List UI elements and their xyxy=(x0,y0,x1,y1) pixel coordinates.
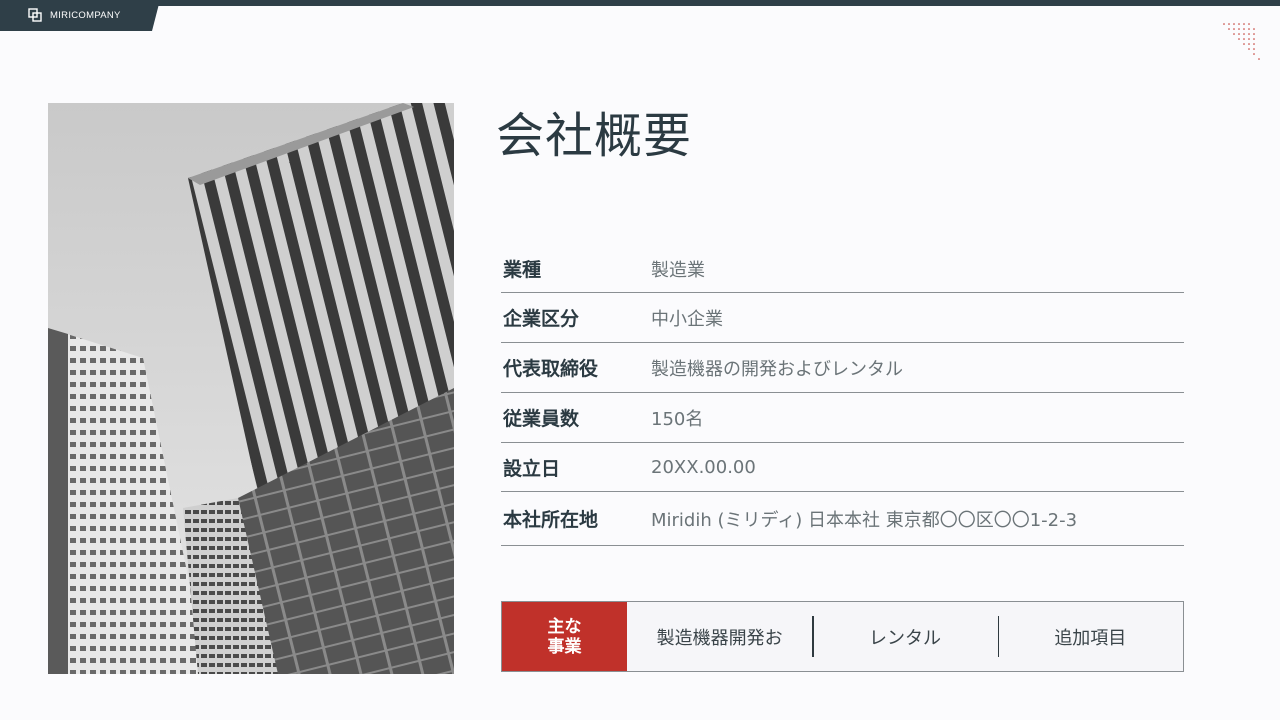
main-business-label-line1: 主な xyxy=(547,616,582,637)
overlapping-squares-logo-icon xyxy=(28,8,42,22)
info-key: 企業区分 xyxy=(503,308,580,330)
info-row-employees: 従業員数 150名 xyxy=(501,393,1184,443)
info-key: 本社所在地 xyxy=(503,509,599,531)
info-key: 業種 xyxy=(503,259,542,281)
info-value: 中小企業 xyxy=(651,308,723,330)
info-row-representative: 代表取締役 製造機器の開発およびレンタル xyxy=(501,343,1184,393)
skyscrapers-photo xyxy=(48,103,454,674)
business-item: 追加項目 xyxy=(997,602,1183,671)
dot-pattern-decoration xyxy=(1223,23,1260,60)
info-row-industry: 業種 製造業 xyxy=(501,245,1184,293)
brand-name: MIRICOMPANY xyxy=(50,9,121,21)
info-row-headquarters: 本社所在地 Miridih (ミリディ) 日本本社 東京都〇〇区〇〇1-2-3 xyxy=(501,492,1184,546)
info-value: 150名 xyxy=(651,408,704,430)
info-row-founded: 設立日 20XX.00.00 xyxy=(501,443,1184,492)
info-key: 設立日 xyxy=(503,457,561,480)
info-row-company-category: 企業区分 中小企業 xyxy=(501,293,1184,343)
main-business-row: 主な 事業 製造機器開発お レンタル 追加項目 xyxy=(501,601,1184,672)
info-key: 代表取締役 xyxy=(503,358,599,380)
company-info-table: 業種 製造業 企業区分 中小企業 代表取締役 製造機器の開発およびレンタル 従業… xyxy=(501,245,1184,546)
page-title: 会社概要 xyxy=(496,108,693,164)
info-value: Miridih (ミリディ) 日本本社 東京都〇〇区〇〇1-2-3 xyxy=(651,509,1078,531)
info-value: 20XX.00.00 xyxy=(651,456,756,478)
info-value: 製造機器の開発およびレンタル xyxy=(651,358,903,380)
top-bar xyxy=(0,0,1280,6)
main-business-label: 主な 事業 xyxy=(502,602,627,671)
info-value: 製造業 xyxy=(651,259,705,281)
business-item: 製造機器開発お xyxy=(656,627,783,649)
info-key: 従業員数 xyxy=(503,408,580,430)
brand: MIRICOMPANY xyxy=(28,8,121,22)
main-business-label-line2: 事業 xyxy=(547,636,582,657)
business-item: レンタル xyxy=(812,602,997,671)
